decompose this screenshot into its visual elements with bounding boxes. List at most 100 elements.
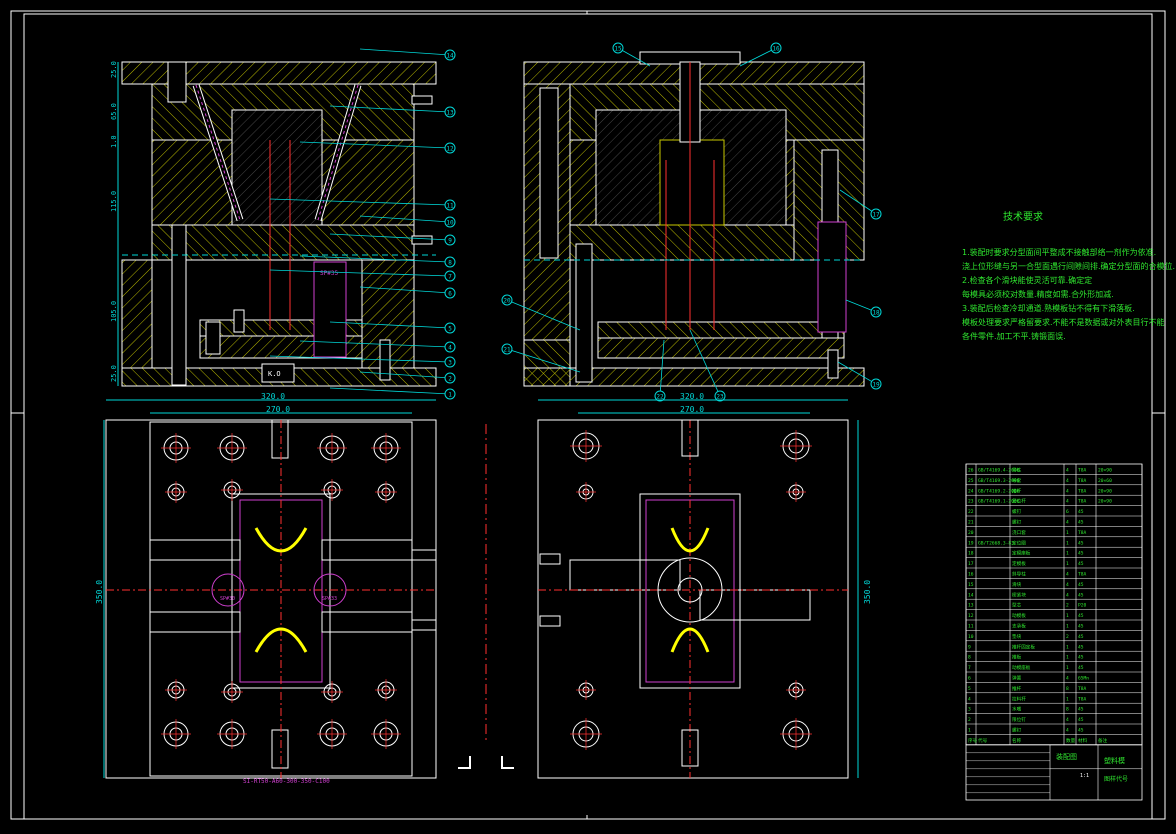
dim-width-outer-left: 320.0	[261, 392, 285, 401]
bom-cell: 20	[968, 530, 974, 536]
bom-cell: 楔紧块	[1012, 591, 1026, 598]
callout-label: 3	[448, 360, 452, 367]
bom-header-cell: 数量	[1066, 737, 1076, 744]
bom-cell: 45	[1078, 634, 1084, 640]
drawing-canvas: SP#35 K.O 25.0 65.0 1.0 115.0 105.0 25.0…	[10, 10, 1166, 820]
bom-cell: 限位钉	[1012, 716, 1026, 723]
tech-line: 3.装配后检查冷却通道.熟模板钻不得有下滑落板.	[962, 304, 1135, 313]
bom-cell: 20×90	[1098, 499, 1112, 505]
callout-label: 21	[503, 347, 511, 354]
bom-cell: 11	[968, 624, 974, 630]
bom-cell: 推杆固定板	[1012, 643, 1035, 650]
bom-cell: 复位杆	[1012, 498, 1026, 505]
tech-line: 各件零件.加工不平.铸锻面误.	[962, 332, 1066, 341]
bom-cell: 支承板	[1012, 623, 1026, 630]
bom-cell: 螺钉	[1012, 519, 1022, 526]
bom-cell: 8	[1066, 707, 1069, 713]
bom-header-cell: 序号	[968, 737, 978, 744]
bom-cell: 2	[1066, 634, 1069, 640]
title-block-title: 塑料模	[1104, 756, 1125, 765]
bom-cell: T8A	[1078, 696, 1087, 702]
tech-line: 1.装配时要求分型面间平整成不接触部络一剂作为依准.	[962, 248, 1157, 257]
bom-cell: 导套	[1012, 477, 1022, 484]
callout-label: 13	[446, 110, 454, 117]
callout-label: 12	[446, 146, 454, 153]
dim-left-5: 25.0	[110, 365, 118, 382]
bom-cell: 45	[1078, 613, 1084, 619]
bom-cell: 20×60	[1098, 478, 1112, 484]
bom-cell: 45	[1078, 540, 1084, 546]
bom-cell: 14	[968, 592, 974, 598]
tech-line: 每模具必须校对数量.精度如需.合外形加减.	[962, 290, 1114, 299]
tech-line: 2.检查各个滑块能使灵活可靠.确定定	[962, 276, 1093, 285]
bom-cell: T8A	[1078, 488, 1087, 494]
callout-label: 8	[448, 260, 452, 267]
dim-height-left: 350.0	[95, 580, 104, 604]
bom-cell: 22	[968, 509, 974, 515]
bom-cell: 4	[1066, 582, 1069, 588]
bom-cell: 19	[968, 540, 974, 546]
bom-cell: 1	[968, 728, 971, 734]
callout-label: 11	[446, 203, 454, 210]
callout-label: 18	[872, 310, 880, 317]
dim-left-2: 1.0	[110, 135, 118, 148]
bom-cell: 8	[968, 655, 971, 661]
callout-label: 1	[448, 392, 452, 399]
bom-cell: 65Mn	[1078, 676, 1089, 682]
callout-label: 6	[448, 291, 452, 298]
callout-label: 19	[872, 382, 880, 389]
bom-cell: 螺钉	[1012, 727, 1022, 734]
bom-cell: 25	[968, 478, 974, 484]
right-section-view: 15 16 17 18 19 20 21 22 23	[501, 42, 882, 402]
bom-cell: 4	[1066, 717, 1069, 723]
bom-header-cell: 备注	[1098, 737, 1108, 744]
bom-cell: T8A	[1078, 499, 1087, 505]
bom-cell: 1	[1066, 551, 1069, 557]
bom-cell: 45	[1078, 728, 1084, 734]
left-vertical-dimension: 25.0 65.0 1.0 115.0 105.0 25.0	[110, 61, 119, 386]
dim-left-3: 115.0	[110, 191, 118, 212]
dim-left-4: 105.0	[110, 301, 118, 322]
bom-cell: 1	[1066, 696, 1069, 702]
bom-cell: 4	[1066, 488, 1069, 494]
bom-cell: 45	[1078, 551, 1084, 557]
callout-label: 22	[656, 394, 664, 401]
bom-cell: T8A	[1078, 572, 1087, 578]
bom-cell: 45	[1078, 717, 1084, 723]
bom-cell: T8A	[1078, 686, 1087, 692]
bom-cell: 45	[1078, 707, 1084, 713]
bom-cell: 20×90	[1098, 488, 1112, 494]
bom-cell: 17	[968, 561, 974, 567]
spring-label: SP#35	[320, 270, 338, 277]
bom-cell: 推杆	[1012, 487, 1022, 494]
sp-label-b: SP#33	[322, 596, 337, 602]
sp-label-a: SP#30	[220, 596, 235, 602]
tech-requirements: 1.装配时要求分型面间平整成不接触部络一剂作为依准. 浇上位形缝与另一合型面遇行…	[962, 246, 1176, 344]
bom-cell: 1	[1066, 613, 1069, 619]
title-block-code: 图样代号	[1104, 775, 1128, 783]
bom-cell: 1	[1066, 540, 1069, 546]
bom-cell: 螺钉	[1012, 508, 1022, 515]
bom-cell: 2	[968, 717, 971, 723]
callout-label: 4	[448, 345, 452, 352]
bom-cell: 定模座板	[1012, 550, 1031, 557]
left-section-view: SP#35 K.O 25.0 65.0 1.0 115.0 105.0 25.0…	[110, 48, 456, 400]
bom-cell: 8	[1066, 686, 1069, 692]
tech-line: 浇上位形缝与另一合型面遇行间隙间排.确定分型面的合模位.	[962, 262, 1176, 271]
bom-cell: 浇口套	[1012, 529, 1026, 536]
callout-label: 14	[446, 53, 454, 60]
bom-cell: 1	[1066, 665, 1069, 671]
bom-cell: 45	[1078, 665, 1084, 671]
bom-cell: 45	[1078, 624, 1084, 630]
callout-label: 16	[772, 46, 780, 53]
cad-drawing: SP#35 K.O 25.0 65.0 1.0 115.0 105.0 25.0…	[0, 0, 1176, 830]
bom-cell: 21	[968, 520, 974, 526]
bom-header-cell: 代号	[978, 737, 988, 744]
bom-cell: 4	[1066, 520, 1069, 526]
bom-cell: 4	[1066, 592, 1069, 598]
bom-cell: 动模座板	[1012, 664, 1031, 671]
bom-cell: 1	[1066, 624, 1069, 630]
bom-cell: 1	[1066, 530, 1069, 536]
bom-cell: 12	[968, 613, 974, 619]
bom-cell: 45	[1078, 655, 1084, 661]
